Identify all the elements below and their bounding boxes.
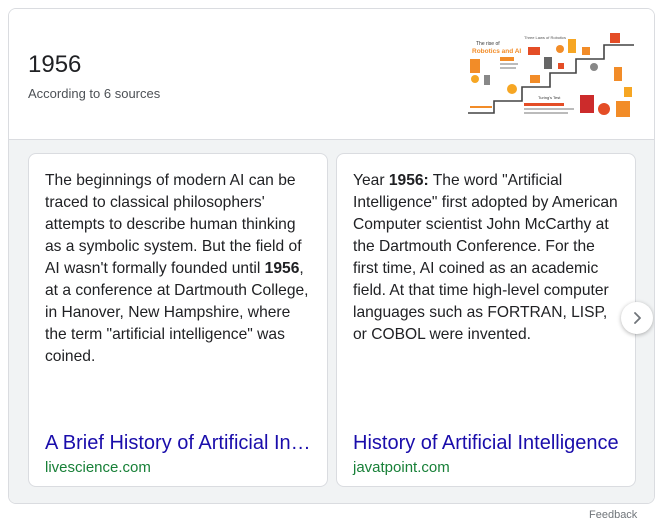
card-source-domain: javatpoint.com (353, 459, 450, 476)
snippet-highlight: 1956 (264, 260, 300, 277)
source-card[interactable]: Year 1956: The word "Artificial Intellig… (336, 153, 636, 487)
card-snippet: The beginnings of modern AI can be trace… (45, 170, 315, 368)
snippet-highlight: 1956: (388, 172, 429, 189)
answer-title: 1956 (28, 51, 82, 78)
card-source-domain: livescience.com (45, 459, 151, 476)
card-title-link[interactable]: History of Artificial Intelligence (353, 430, 621, 456)
infographic-thumbnail[interactable]: The rise of Robotics and AI Three Laws o… (464, 27, 638, 123)
thumb-subheading: Three Laws of Robotics (524, 35, 566, 40)
answer-header: 1956 According to 6 sources The rise of … (9, 9, 654, 140)
infographic-timeline-thumbnail-icon: The rise of Robotics and AI Three Laws o… (464, 27, 638, 123)
sources-carousel: The beginnings of modern AI can be trace… (9, 140, 654, 503)
thumb-footer-label: Turing's Test (538, 95, 561, 100)
snippet-text: Year (353, 172, 389, 189)
chevron-right-icon (634, 312, 641, 324)
answer-sources-count: According to 6 sources (28, 86, 161, 101)
thumb-heading-2: Robotics and AI (472, 48, 521, 55)
carousel-next-button[interactable] (621, 302, 653, 334)
snippet-text: The beginnings of modern AI can be trace… (45, 172, 302, 277)
card-title-link[interactable]: A Brief History of Artificial Intelligen… (45, 430, 313, 456)
card-snippet: Year 1956: The word "Artificial Intellig… (353, 170, 623, 346)
snippet-text: The word "Artificial Intelligence" first… (353, 172, 618, 343)
thumb-heading-1: The rise of (476, 41, 500, 47)
source-card[interactable]: The beginnings of modern AI can be trace… (28, 153, 328, 487)
feedback-link[interactable]: Feedback (589, 508, 637, 522)
featured-answer-panel: 1956 According to 6 sources The rise of … (8, 8, 655, 504)
